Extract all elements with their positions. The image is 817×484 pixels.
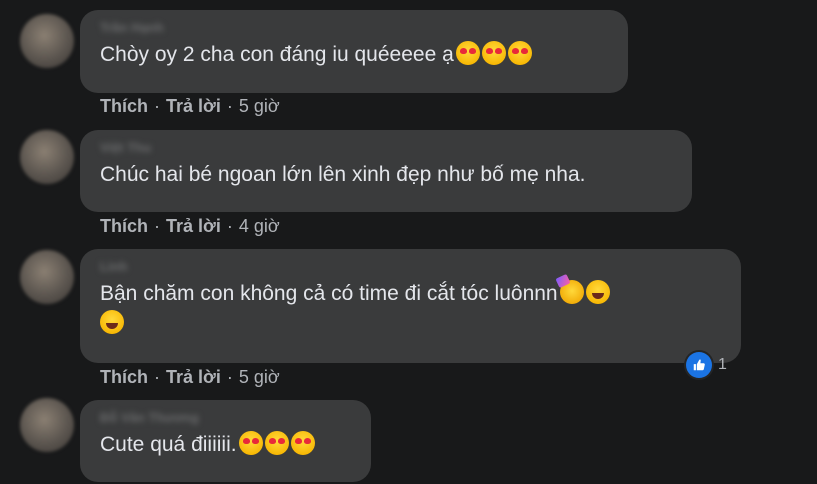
avatar[interactable] (20, 250, 74, 304)
heart-eyes-emoji-icon (264, 431, 289, 455)
comment-text: Cute quá điiiiii. (100, 430, 351, 460)
avatar[interactable] (20, 130, 74, 184)
avatar[interactable] (20, 14, 74, 68)
comment-actions: Thích · Trả lời · 4 giờ (100, 216, 280, 237)
reply-link[interactable]: Trả lời (166, 96, 221, 117)
party-face-emoji-icon (559, 280, 584, 304)
heart-eyes-emoji-icon (238, 431, 263, 455)
reaction-summary[interactable]: 1 (686, 352, 727, 378)
separator: · (226, 367, 233, 387)
comment-actions: Thích · Trả lời · 5 giờ (100, 96, 280, 117)
laughing-face-emoji-icon (100, 310, 124, 334)
separator: · (226, 96, 233, 116)
comment-bubble: Đỗ Vân Thương Cute quá điiiiii. (80, 400, 371, 482)
heart-eyes-emoji-icon (481, 41, 506, 65)
comment-text: Chúc hai bé ngoan lớn lên xinh đẹp như b… (100, 160, 672, 190)
avatar[interactable] (20, 398, 74, 452)
comment-text-content: Chòy oy 2 cha con đáng iu quéeeee ạ (100, 43, 454, 66)
heart-eyes-emoji-icon (290, 431, 315, 455)
comment-author[interactable]: Linh (100, 259, 721, 275)
laughing-face-emoji-icon (585, 280, 610, 304)
separator: · (154, 216, 160, 236)
comment-author[interactable]: Trần Hạnh (100, 20, 608, 36)
comment-author[interactable]: Đỗ Vân Thương (100, 410, 351, 426)
comment-text-content: Bận chăm con không cả có time đi cắt tóc… (100, 282, 558, 305)
comment-text: Chòy oy 2 cha con đáng iu quéeeee ạ (100, 40, 608, 70)
separator: · (226, 216, 233, 236)
like-reaction-icon (686, 352, 712, 378)
separator: · (154, 96, 160, 116)
like-link[interactable]: Thích (100, 367, 148, 388)
comment-bubble: Việt Thu Chúc hai bé ngoan lớn lên xinh … (80, 130, 692, 212)
like-link[interactable]: Thích (100, 96, 148, 117)
separator: · (154, 367, 160, 387)
comment-timestamp[interactable]: 5 giờ (239, 367, 280, 388)
comment-timestamp[interactable]: 5 giờ (239, 96, 280, 117)
comment-bubble: Linh Bận chăm con không cả có time đi cắ… (80, 249, 741, 363)
heart-eyes-emoji-icon (507, 41, 532, 65)
comment-text-content: Chúc hai bé ngoan lớn lên xinh đẹp như b… (100, 163, 586, 186)
heart-eyes-emoji-icon (455, 41, 480, 65)
comment-author[interactable]: Việt Thu (100, 140, 672, 156)
comment-timestamp[interactable]: 4 giờ (239, 216, 280, 237)
reply-link[interactable]: Trả lời (166, 216, 221, 237)
comment-bubble: Trần Hạnh Chòy oy 2 cha con đáng iu quée… (80, 10, 628, 93)
like-link[interactable]: Thích (100, 216, 148, 237)
reaction-count: 1 (718, 356, 727, 373)
reply-link[interactable]: Trả lời (166, 367, 221, 388)
thumbs-up-icon (693, 359, 705, 371)
comment-text-content: Cute quá điiiiii. (100, 433, 237, 456)
comment-text: Bận chăm con không cả có time đi cắt tóc… (100, 279, 721, 339)
comment-actions: Thích · Trả lời · 5 giờ (100, 367, 280, 388)
